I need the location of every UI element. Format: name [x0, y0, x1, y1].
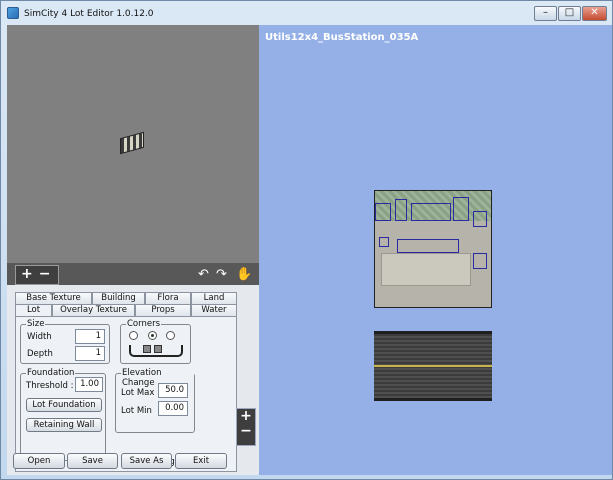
corners-group: Corners: [120, 319, 191, 364]
size-group: Size Width 1 Depth 1: [20, 319, 110, 364]
exit-button[interactable]: Exit: [175, 453, 227, 469]
canvas-zoom-controls: + −: [236, 408, 256, 446]
hand-pan-icon[interactable]: ✋: [236, 267, 252, 282]
lot-editor-canvas[interactable]: Utils12x4_BusStation_035A: [259, 25, 612, 475]
tab-props[interactable]: Props: [135, 304, 191, 316]
building-outline[interactable]: [473, 211, 487, 227]
retaining-wall-button[interactable]: Retaining Wall: [26, 418, 102, 432]
lot-preview-model: [120, 131, 144, 155]
lot-max-label: Lot Max: [121, 388, 155, 398]
width-label: Width: [27, 332, 52, 342]
rotate-right-icon[interactable]: ↷: [216, 267, 227, 282]
road-texture: [374, 331, 492, 401]
rotate-left-icon[interactable]: ↶: [198, 267, 209, 282]
save-button[interactable]: Save: [67, 453, 118, 469]
threshold-label: Threshold :: [26, 381, 74, 391]
lot-footprint[interactable]: [374, 190, 492, 308]
corner-square-left[interactable]: [143, 345, 151, 353]
preview-zoom-controls: + −: [15, 265, 59, 285]
prop-marker[interactable]: [379, 237, 389, 247]
foundation-group: Foundation Threshold : 1.00 Lot Foundati…: [20, 368, 106, 461]
corner-square-right[interactable]: [154, 345, 162, 353]
prop-outline[interactable]: [397, 239, 459, 253]
preview-zoom-out-icon[interactable]: −: [39, 266, 51, 282]
building-outline[interactable]: [375, 203, 391, 221]
3d-preview-viewport[interactable]: [7, 25, 259, 263]
tab-row-1: Base Texture Building Flora Land: [15, 292, 237, 304]
building-outline[interactable]: [453, 197, 469, 221]
lot-max-field[interactable]: 50.0: [158, 383, 188, 398]
building-outline[interactable]: [411, 203, 451, 221]
lot-foundation-button[interactable]: Lot Foundation: [26, 398, 102, 412]
tab-land[interactable]: Land: [191, 292, 237, 304]
title-bar: SimCity 4 Lot Editor 1.0.12.0 – □ ✕: [1, 1, 612, 27]
plaza-texture: [381, 253, 471, 286]
width-field[interactable]: 1: [75, 329, 105, 344]
depth-label: Depth: [27, 349, 53, 359]
corners-group-label: Corners: [126, 319, 162, 329]
tab-flora[interactable]: Flora: [145, 292, 191, 304]
corner-radio-center[interactable]: [148, 331, 157, 340]
minimize-button[interactable]: –: [534, 6, 557, 21]
close-button[interactable]: ✕: [582, 6, 607, 21]
foundation-group-label: Foundation: [26, 368, 76, 378]
save-as-button[interactable]: Save As: [121, 453, 172, 469]
left-pane: + − ↶ ↷ ✋ Base Texture Building Flora Lan…: [7, 25, 259, 475]
open-button[interactable]: Open: [13, 453, 65, 469]
tab-water[interactable]: Water: [191, 304, 237, 316]
canvas-zoom-out-icon[interactable]: −: [237, 424, 255, 439]
building-outline[interactable]: [395, 199, 407, 221]
maximize-button[interactable]: □: [558, 6, 581, 21]
lot-tab-panel: Size Width 1 Depth 1 Corners Foundation …: [15, 316, 237, 472]
app-icon: [7, 7, 19, 19]
lot-min-label: Lot Min: [121, 406, 152, 416]
tab-overlay-texture[interactable]: Overlay Texture: [52, 304, 135, 316]
canvas-zoom-in-icon[interactable]: +: [237, 409, 255, 424]
tab-lot[interactable]: Lot: [15, 304, 52, 316]
depth-field[interactable]: 1: [75, 346, 105, 361]
window-title: SimCity 4 Lot Editor 1.0.12.0: [24, 9, 154, 19]
size-group-label: Size: [26, 319, 46, 329]
tab-row-2: Lot Overlay Texture Props Water: [15, 304, 237, 316]
threshold-field[interactable]: 1.00: [75, 377, 103, 392]
tab-building[interactable]: Building: [92, 292, 145, 304]
elevation-change-group: Elevation Change Lot Max 50.0 Lot Min 0.…: [115, 368, 195, 433]
corner-radio-left[interactable]: [129, 331, 138, 340]
app-window: SimCity 4 Lot Editor 1.0.12.0 – □ ✕ + − ↶…: [0, 0, 613, 480]
tab-base-texture[interactable]: Base Texture: [15, 292, 92, 304]
preview-zoom-in-icon[interactable]: +: [21, 266, 33, 282]
lot-min-field[interactable]: 0.00: [158, 401, 188, 416]
corner-radio-right[interactable]: [166, 331, 175, 340]
prop-marker[interactable]: [473, 253, 487, 269]
lot-name-title: Utils12x4_BusStation_035A: [265, 32, 419, 43]
